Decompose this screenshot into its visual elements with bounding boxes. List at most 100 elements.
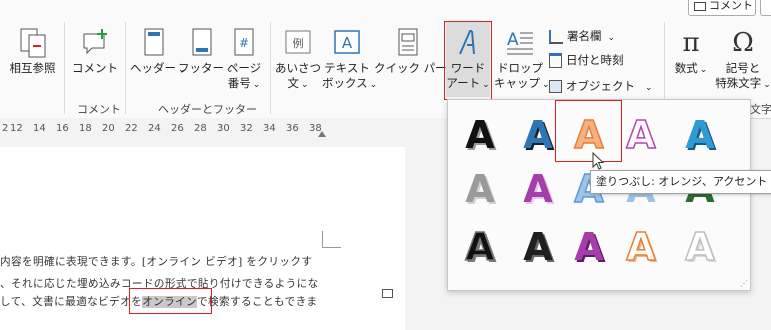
comment-marker-icon[interactable]	[382, 289, 393, 298]
wordart-style-2[interactable]: AA	[523, 113, 555, 159]
chevron-down-icon: ⌄	[300, 80, 309, 90]
chevron-down-icon: ⌄	[645, 83, 653, 93]
drop-cap-button[interactable]: A ドロップ キャップ ⌄	[494, 28, 550, 93]
comments-button-label: コメント	[709, 0, 753, 12]
text-box-icon: A	[334, 30, 360, 54]
object-icon	[549, 80, 562, 93]
ruler-tick: 26	[171, 123, 184, 134]
ruler-tick: 20	[102, 123, 115, 134]
wordart-style-glyph: A	[465, 225, 495, 269]
signature-line-label: 署名欄	[567, 29, 602, 43]
header-button[interactable]: ヘッダー ⌄	[130, 28, 186, 78]
symbol-label-1: 記号と	[725, 61, 761, 75]
selected-style-highlight	[555, 100, 622, 162]
wordart-style-11[interactable]: AA	[465, 224, 498, 271]
svg-text:#: #	[239, 36, 249, 50]
quick-parts-icon	[398, 28, 418, 56]
date-time-button[interactable]: 日付と時刻	[549, 49, 624, 71]
symbol-button[interactable]: Ω 記号と 特殊文字 ⌄	[715, 28, 771, 93]
page-number-label-2: 番号	[227, 76, 251, 90]
wordart-style-glyph: A	[685, 113, 715, 157]
group-label-comment: コメント	[77, 103, 121, 116]
wordart-style-1[interactable]: AA	[465, 113, 497, 159]
greeting-button[interactable]: 例 あいさつ 文 ⌄	[275, 28, 321, 93]
signature-line-button[interactable]: 署名欄 ⌄	[549, 25, 615, 47]
equation-label: 数式	[674, 61, 698, 75]
wordart-style-15[interactable]: AA	[685, 224, 718, 271]
drop-cap-label-1: ドロップ	[497, 61, 543, 75]
separator	[125, 22, 126, 114]
ruler-tick: 12	[10, 123, 23, 134]
signature-icon	[549, 29, 563, 44]
calendar-icon	[549, 53, 562, 68]
ruler-tick: 32	[240, 123, 253, 134]
mouse-cursor-icon	[592, 152, 605, 170]
greeting-icon-glyph: 例	[293, 36, 304, 50]
highlight-annotation-box	[129, 288, 212, 314]
svg-text:A: A	[507, 30, 519, 50]
drop-cap-label-2: キャップ	[494, 76, 540, 90]
group-label-symbols: 文字	[750, 103, 771, 116]
cross-reference-button[interactable]: 相互参照	[5, 28, 60, 76]
edit-pen-icon[interactable]	[760, 0, 771, 16]
wordart-style-12[interactable]: AA	[523, 225, 555, 271]
header-label: ヘッダー	[130, 61, 176, 75]
wordart-style-glyph: A	[465, 167, 495, 211]
chevron-down-icon: ⌄	[607, 33, 616, 43]
greeting-label-1: あいさつ	[275, 61, 321, 75]
wordart-style-4[interactable]: A	[626, 112, 658, 158]
footer-label: フッター	[178, 61, 224, 75]
document-gutter	[405, 147, 447, 330]
horizontal-ruler[interactable]: 2 12 14 16 18 20 22 24 26 28 30 32 34 36…	[0, 118, 447, 140]
wordart-style-6[interactable]: AA	[465, 167, 497, 213]
document-line-3-end: で検索することもできま	[197, 296, 318, 308]
document-line-3-start: して、文書に最適なビデオを	[0, 296, 143, 308]
greeting-label-2: 文	[287, 76, 299, 90]
equation-button[interactable]: π 数式 ⌄	[668, 28, 714, 78]
text-box-button[interactable]: A テキスト ボックス ⌄	[322, 28, 377, 93]
separator	[64, 22, 65, 114]
wordart-style-13[interactable]: AA	[574, 225, 606, 271]
ruler-tick: 18	[79, 123, 92, 134]
object-button[interactable]: オブジェクト ⌄	[549, 75, 653, 97]
right-indent-marker[interactable]	[318, 131, 326, 137]
wordart-highlight-box	[444, 21, 492, 100]
wordart-style-14[interactable]: AA	[626, 224, 659, 271]
date-time-label: 日付と時刻	[566, 53, 624, 67]
footer-button[interactable]: フッター ⌄	[178, 28, 234, 78]
text-box-label-1: テキスト	[324, 61, 370, 75]
footer-icon	[192, 28, 212, 56]
chevron-down-icon: ⌄	[369, 80, 378, 90]
ruler-tick: 16	[56, 123, 69, 134]
wordart-style-glyph: A	[523, 225, 553, 269]
wordart-gallery: AAAAAAAAAAAAAAAAAAAAAAAAA ⋰	[447, 99, 751, 291]
ruler-tick: 22	[125, 123, 138, 134]
wordart-style-glyph: A	[523, 167, 553, 211]
new-comment-icon	[83, 29, 107, 55]
page-number-button[interactable]: # ページ 番号 ⌄	[222, 28, 266, 93]
equation-icon: π	[682, 28, 700, 58]
quick-parts-button[interactable]: クイック パーツ⌄	[374, 28, 467, 78]
wordart-style-glyph: A	[626, 113, 656, 157]
document-page[interactable]: 内容を明確に表現できます。[オンライン ビデオ] をクリックす 、それに応じた埋…	[0, 147, 405, 330]
ruler-tick: 30	[217, 123, 230, 134]
text-box-label-2: ボックス	[322, 76, 368, 90]
ruler-tick: 34	[263, 123, 276, 134]
style-tooltip: 塗りつぶし: オレンジ、アクセント カラー	[590, 170, 771, 194]
wordart-style-7[interactable]: AA	[523, 167, 555, 213]
wordart-style-5[interactable]: AA	[685, 113, 717, 159]
symbol-icon: Ω	[732, 28, 754, 58]
ruler-tick: 14	[33, 123, 46, 134]
ruler-tick: 24	[148, 123, 161, 134]
ruler-tick: 36	[286, 123, 299, 134]
document-line-1: 内容を明確に表現できます。[オンライン ビデオ] をクリックす	[0, 256, 313, 268]
svg-text:A: A	[342, 34, 353, 52]
comments-button[interactable]: コメント	[688, 0, 756, 16]
ruler-tick: 2	[2, 123, 9, 134]
chevron-down-icon: ⌄	[763, 80, 771, 90]
ruler-tick: 28	[194, 123, 207, 134]
gallery-resize-grip[interactable]: ⋰	[740, 279, 748, 288]
greeting-icon: 例	[285, 30, 311, 54]
new-comment-button[interactable]: コメント	[70, 28, 120, 76]
margin-corner-mark	[322, 231, 341, 248]
